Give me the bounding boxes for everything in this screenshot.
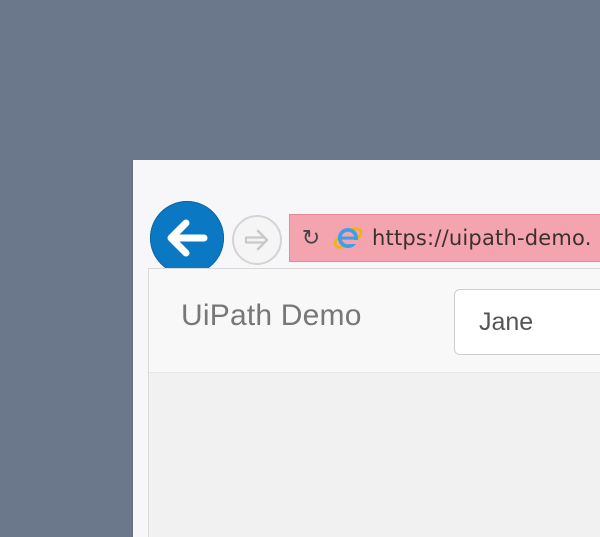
address-bar[interactable]: ↻ https://uipath-demo.	[289, 214, 600, 262]
back-button[interactable]	[150, 201, 224, 275]
forward-button[interactable]	[232, 215, 282, 265]
internet-explorer-icon	[331, 222, 364, 255]
page-content: UiPath Demo	[148, 268, 600, 537]
navbar-brand[interactable]: UiPath Demo	[181, 299, 362, 333]
browser-window: ↻ https://uipath-demo. UiPath Demo	[133, 160, 600, 537]
desktop-background: ↻ https://uipath-demo. UiPath Demo	[0, 0, 600, 537]
name-input[interactable]	[454, 289, 600, 355]
forward-arrow-icon	[244, 229, 269, 251]
app-navbar: UiPath Demo	[149, 269, 600, 373]
address-url: https://uipath-demo.	[372, 226, 592, 250]
back-arrow-icon	[167, 219, 208, 257]
refresh-icon[interactable]: ↻	[298, 225, 324, 251]
